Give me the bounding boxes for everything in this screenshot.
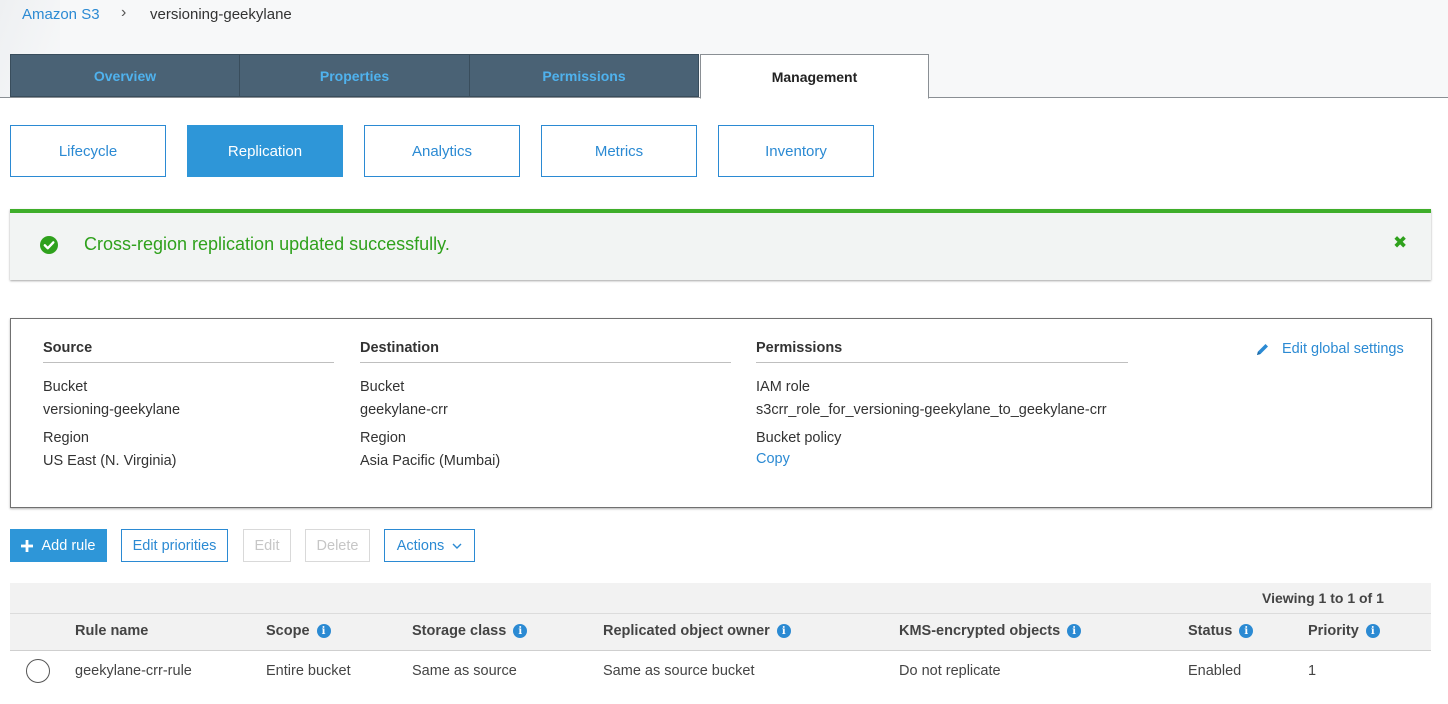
column-storage-class: Storage class i (412, 623, 528, 639)
tab-permissions[interactable]: Permissions (469, 54, 699, 97)
info-icon[interactable]: i (1239, 624, 1254, 638)
source-bucket-value: versioning-geekylane (43, 402, 181, 418)
column-rule-name[interactable]: Rule name (75, 623, 148, 639)
column-priority: Priority i (1308, 623, 1380, 639)
viewing-count: Viewing 1 to 1 of 1 (1262, 590, 1384, 606)
destination-bucket-value: geekylane-crr (360, 402, 448, 418)
add-rule-label: Add rule (41, 537, 96, 554)
actions-dropdown[interactable]: Actions (384, 529, 475, 562)
cell-object-owner: Same as source bucket (603, 663, 755, 679)
column-kms-encrypted: KMS-encrypted objects i (899, 623, 1082, 639)
subtab-metrics[interactable]: Metrics (541, 125, 697, 177)
edit-global-settings-link[interactable]: Edit global settings (1255, 341, 1404, 357)
row-select-radio[interactable] (26, 659, 50, 683)
info-icon[interactable]: i (513, 624, 528, 638)
subtab-analytics[interactable]: Analytics (364, 125, 520, 177)
subtab-lifecycle[interactable]: Lifecycle (10, 125, 166, 177)
cell-scope: Entire bucket (266, 663, 351, 679)
cell-priority: 1 (1308, 663, 1317, 679)
destination-divider (360, 362, 731, 363)
column-storage-class-label: Storage class (412, 623, 507, 639)
pencil-icon (1257, 343, 1268, 355)
tab-overview[interactable]: Overview (10, 54, 240, 97)
info-icon[interactable]: i (316, 624, 331, 638)
edit-global-settings-label: Edit global settings (1282, 341, 1404, 357)
add-rule-button[interactable]: Add rule (10, 529, 107, 562)
actions-label: Actions (396, 537, 445, 554)
destination-bucket-label: Bucket (360, 379, 405, 395)
column-status: Status i (1188, 623, 1254, 639)
table-pagination-bar (10, 583, 1431, 613)
subtab-replication[interactable]: Replication (187, 125, 343, 177)
breadcrumb-separator: › (121, 4, 127, 21)
cell-status: Enabled (1188, 663, 1242, 679)
destination-region-label: Region (360, 430, 406, 446)
plus-icon (21, 539, 34, 552)
destination-heading: Destination (360, 340, 439, 356)
tab-management[interactable]: Management (700, 54, 929, 99)
info-icon[interactable]: i (1365, 624, 1380, 638)
subtab-inventory[interactable]: Inventory (718, 125, 874, 177)
delete-button[interactable]: Delete (305, 529, 370, 562)
source-heading: Source (43, 340, 93, 356)
iam-role-value: s3crr_role_for_versioning-geekylane_to_g… (756, 402, 1107, 418)
cell-rule-name: geekylane-crr-rule (75, 663, 192, 679)
column-object-owner: Replicated object owner i (603, 623, 791, 639)
success-banner: Cross-region replication updated success… (10, 209, 1431, 280)
source-divider (43, 362, 334, 363)
banner-message: Cross-region replication updated success… (84, 234, 450, 254)
column-kms-encrypted-label: KMS-encrypted objects (899, 623, 1061, 639)
info-icon[interactable]: i (1067, 624, 1082, 638)
replication-config-panel: Source Bucket versioning-geekylane Regio… (10, 318, 1432, 508)
column-scope-label: Scope (266, 623, 310, 639)
column-priority-label: Priority (1308, 623, 1359, 639)
close-icon[interactable]: ✖ (1393, 233, 1407, 253)
column-rule-name-label: Rule name (75, 623, 149, 639)
edit-priorities-button[interactable]: Edit priorities (121, 529, 228, 562)
permissions-heading: Permissions (756, 340, 843, 356)
cell-kms-encrypted: Do not replicate (899, 663, 1001, 679)
copy-policy-link[interactable]: Copy (756, 451, 790, 467)
cell-storage-class: Same as source (412, 663, 517, 679)
tab-properties[interactable]: Properties (239, 54, 470, 97)
breadcrumb-root-link[interactable]: Amazon S3 (22, 6, 100, 23)
source-bucket-label: Bucket (43, 379, 88, 395)
chevron-down-icon (452, 543, 462, 549)
bucket-policy-label: Bucket policy (756, 430, 842, 446)
permissions-divider (756, 362, 1128, 363)
source-region-value: US East (N. Virginia) (43, 453, 177, 469)
edit-button[interactable]: Edit (243, 529, 291, 562)
info-icon[interactable]: i (776, 624, 791, 638)
column-status-label: Status (1188, 623, 1233, 639)
iam-role-label: IAM role (756, 379, 810, 395)
destination-region-value: Asia Pacific (Mumbai) (360, 453, 501, 469)
check-circle-icon (40, 236, 58, 254)
column-object-owner-label: Replicated object owner (603, 623, 770, 639)
breadcrumb-current: versioning-geekylane (150, 6, 292, 23)
source-region-label: Region (43, 430, 89, 446)
column-scope: Scope i (266, 623, 331, 639)
